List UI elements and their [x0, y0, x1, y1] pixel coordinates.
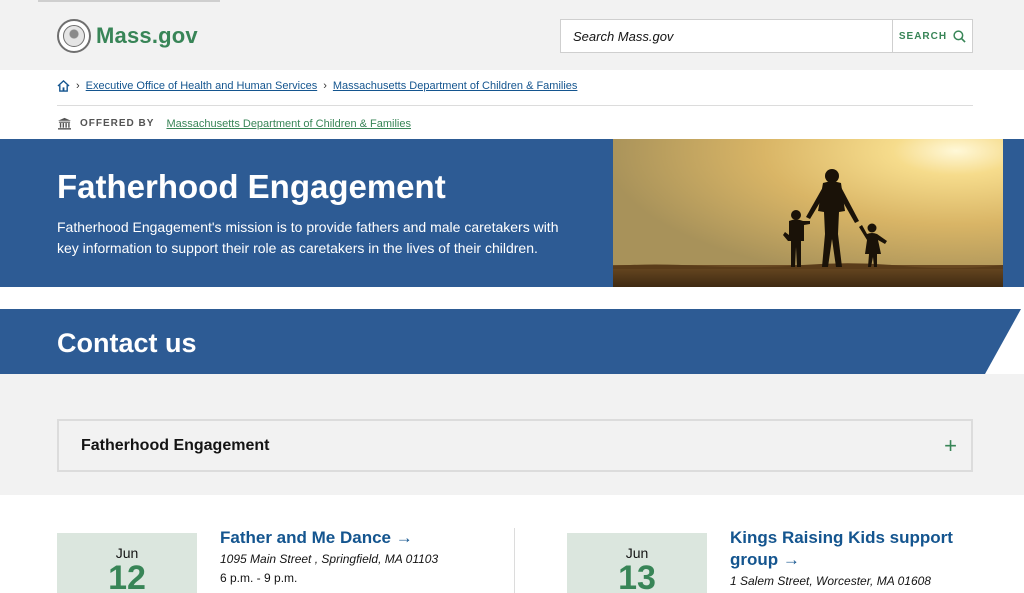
- event-title-line: Kings Raising Kids support: [730, 528, 953, 547]
- plus-icon[interactable]: +: [944, 434, 957, 457]
- search-form: SEARCH: [560, 19, 973, 53]
- contact-accordion[interactable]: Fatherhood Engagement +: [57, 419, 973, 472]
- chevron-right-icon: ›: [76, 80, 80, 92]
- logo-text: Mass.gov: [96, 23, 198, 48]
- event-date-badge: Jun 12: [57, 533, 197, 593]
- event-address: 1095 Main Street , Springfield, MA 01103: [220, 552, 439, 566]
- event-title-link[interactable]: Kings Raising Kids support group →: [730, 527, 960, 571]
- breadcrumb-link-dcf[interactable]: Massachusetts Department of Children & F…: [333, 80, 578, 92]
- contact-heading: Contact us: [57, 328, 197, 358]
- event-divider: [514, 528, 515, 593]
- event-time: 6 p.m. - 9 p.m.: [220, 571, 298, 585]
- search-button[interactable]: SEARCH: [892, 20, 972, 52]
- massachusetts-seal-icon: [57, 19, 91, 53]
- page-description: Fatherhood Engagement's mission is to pr…: [57, 219, 559, 256]
- site-header: Mass.gov SEARCH: [0, 0, 1024, 70]
- breadcrumb-link-eohhs[interactable]: Executive Office of Health and Human Ser…: [86, 80, 318, 92]
- event-title-link[interactable]: Father and Me Dance →: [220, 527, 413, 549]
- site-logo[interactable]: Mass.gov: [57, 19, 198, 53]
- offered-by: OFFERED BY Massachusetts Department of C…: [57, 117, 411, 130]
- building-icon: [58, 117, 71, 130]
- search-button-label: SEARCH: [898, 30, 948, 42]
- breadcrumb: › Executive Office of Health and Human S…: [57, 80, 577, 92]
- home-icon[interactable]: [57, 80, 70, 92]
- hero-image: [613, 139, 1003, 287]
- event-date-badge: Jun 13: [567, 533, 707, 593]
- chevron-right-icon: ›: [323, 80, 327, 92]
- page-title: Fatherhood Engagement: [57, 168, 446, 205]
- magnifier-icon: [953, 29, 966, 43]
- event-title-line: group →: [730, 550, 800, 569]
- top-tab-edge: [38, 0, 220, 2]
- breadcrumb-divider: [57, 105, 973, 106]
- event-day: 12: [108, 559, 146, 593]
- search-input[interactable]: [561, 20, 892, 52]
- accordion-title: Fatherhood Engagement: [81, 436, 270, 454]
- offered-by-link[interactable]: Massachusetts Department of Children & F…: [166, 118, 411, 130]
- offered-by-label: OFFERED BY: [80, 118, 155, 129]
- event-address: 1 Salem Street, Worcester, MA 01608: [730, 574, 931, 588]
- event-day: 13: [618, 559, 656, 593]
